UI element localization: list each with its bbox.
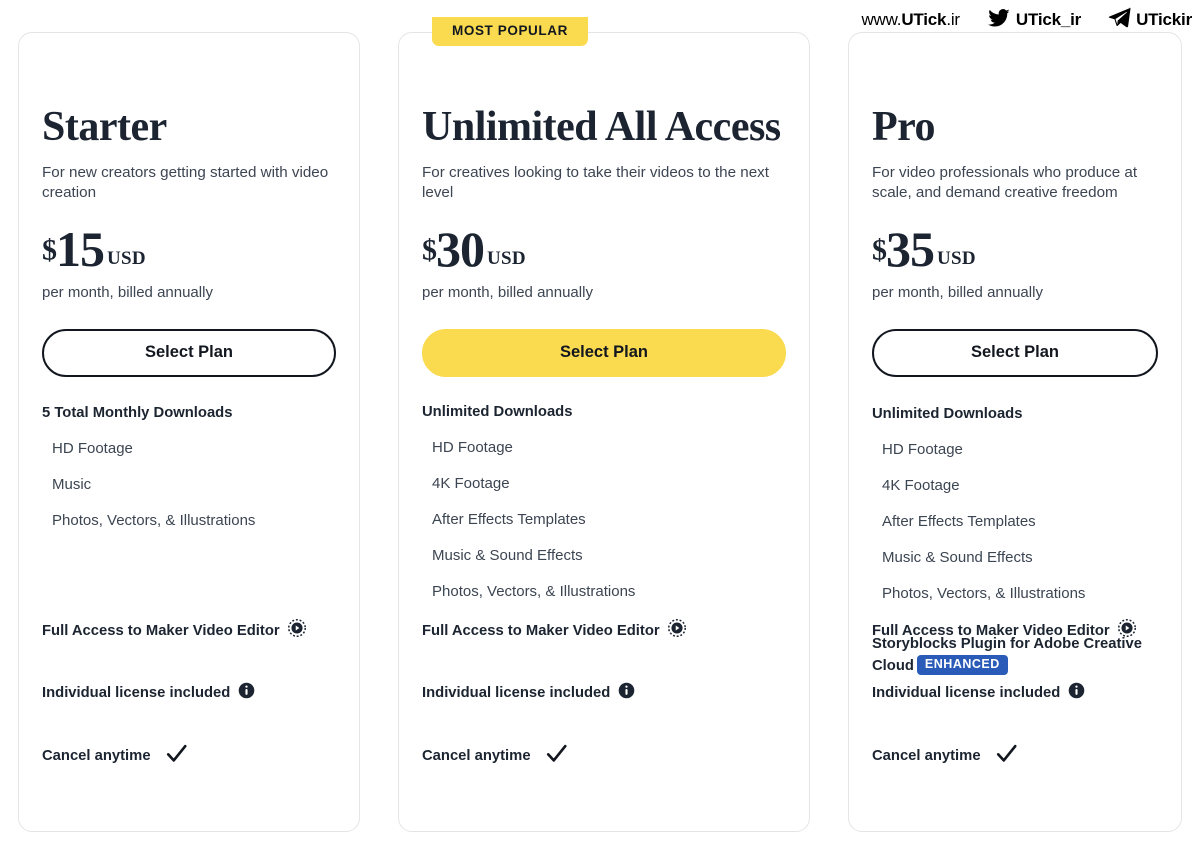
downloads-heading: 5 Total Monthly Downloads: [42, 404, 233, 421]
telegram-handle: UTickir: [1136, 10, 1192, 29]
price-number: 15: [56, 221, 105, 278]
downloads-heading: Unlimited Downloads: [422, 403, 573, 420]
plan-title: Starter: [42, 104, 167, 150]
card-footer: Full Access to Maker Video Editor Indivi…: [422, 619, 786, 771]
feature-item: 4K Footage: [432, 474, 510, 492]
footer-row-license: Individual license included: [42, 682, 336, 705]
currency-code: USD: [937, 248, 976, 270]
plan-description: For creatives looking to take their vide…: [422, 164, 769, 202]
select-plan-button[interactable]: Select Plan: [42, 329, 336, 377]
footer-row-license: Individual license included: [872, 682, 1158, 705]
feature-item: HD Footage: [882, 440, 963, 458]
footer-label: Full Access to Maker Video Editor: [872, 622, 1110, 639]
watermark-bar: www.UTick.ir UTick_ir UTickir: [861, 5, 1192, 35]
info-circle-icon[interactable]: [1068, 682, 1085, 705]
feature-item: HD Footage: [52, 439, 133, 457]
currency-symbol: $: [872, 233, 887, 267]
twitter-bird-icon: [986, 7, 1012, 34]
currency-code: USD: [487, 248, 526, 270]
footer-row-maker-editor: Full Access to Maker Video Editor: [42, 619, 336, 643]
most-popular-badge: MOST POPULAR: [432, 17, 588, 46]
feature-item: Music & Sound Effects: [432, 546, 583, 564]
play-record-icon[interactable]: [287, 619, 306, 643]
price-number: 30: [436, 221, 485, 278]
footer-row-cancel: Cancel anytime: [42, 743, 336, 771]
plan-description: For new creators getting started with vi…: [42, 164, 329, 202]
play-record-icon[interactable]: [1117, 619, 1136, 643]
feature-item: After Effects Templates: [432, 510, 586, 528]
feature-item: Photos, Vectors, & Illustrations: [432, 582, 636, 600]
info-circle-icon[interactable]: [238, 682, 255, 705]
check-icon: [164, 743, 189, 771]
footer-label: Cancel anytime: [872, 748, 981, 765]
card-footer: Full Access to Maker Video Editor Indivi…: [42, 619, 336, 771]
watermark-twitter: UTick_ir: [986, 7, 1081, 34]
footer-label: Cancel anytime: [42, 748, 151, 765]
pricing-card-pro: Pro For video professionals who produce …: [848, 32, 1182, 832]
select-plan-button[interactable]: Select Plan: [422, 329, 786, 377]
feature-item: Music: [52, 475, 92, 493]
telegram-plane-icon: [1107, 7, 1132, 34]
plan-title: Pro: [872, 104, 936, 150]
footer-label: Full Access to Maker Video Editor: [422, 622, 660, 639]
info-circle-icon[interactable]: [618, 682, 635, 705]
check-icon: [994, 743, 1019, 771]
footer-label: Cancel anytime: [422, 748, 531, 765]
feature-item: Music & Sound Effects: [882, 548, 1033, 566]
card-footer: Full Access to Maker Video Editor Indivi…: [872, 619, 1158, 771]
price-amount: $15: [42, 224, 105, 274]
play-record-icon[interactable]: [667, 619, 686, 643]
footer-label: Individual license included: [422, 684, 611, 701]
feature-item: 4K Footage: [882, 476, 960, 494]
footer-label: Individual license included: [42, 684, 231, 701]
price-number: 35: [886, 221, 935, 278]
watermark-telegram: UTickir: [1107, 7, 1192, 34]
pricing-cards: Starter For new creators getting started…: [0, 0, 1200, 846]
feature-item: After Effects Templates: [882, 512, 1036, 530]
plan-title: Unlimited All Access: [422, 104, 781, 150]
footer-row-maker-editor: Full Access to Maker Video Editor: [422, 619, 786, 643]
currency-code: USD: [107, 248, 146, 270]
feature-item: HD Footage: [432, 438, 513, 456]
plan-price: $35 USD: [872, 224, 1158, 274]
select-plan-button[interactable]: Select Plan: [872, 329, 1158, 377]
pricing-card-starter: Starter For new creators getting started…: [18, 32, 360, 832]
footer-row-license: Individual license included: [422, 682, 786, 705]
footer-label: Individual license included: [872, 684, 1061, 701]
footer-row-maker-editor: Full Access to Maker Video Editor: [872, 619, 1158, 643]
feature-item: Photos, Vectors, & Illustrations: [52, 511, 256, 529]
billing-note: per month, billed annually: [422, 284, 593, 302]
plan-price: $15 USD: [42, 224, 336, 274]
billing-note: per month, billed annually: [42, 284, 213, 302]
plan-price: $30 USD: [422, 224, 786, 274]
currency-symbol: $: [422, 233, 437, 267]
billing-note: per month, billed annually: [872, 284, 1043, 302]
price-amount: $30: [422, 224, 485, 274]
watermark-website-text: www.UTick.ir: [861, 10, 960, 29]
check-icon: [544, 743, 569, 771]
feature-item: Photos, Vectors, & Illustrations: [882, 584, 1086, 602]
footer-row-cancel: Cancel anytime: [872, 743, 1158, 771]
plan-description: For video professionals who produce at s…: [872, 164, 1138, 202]
watermark-website: www.UTick.ir: [861, 10, 960, 30]
pricing-card-unlimited-all-access: Unlimited All Access For creatives looki…: [398, 32, 810, 832]
currency-symbol: $: [42, 233, 57, 267]
footer-label: Full Access to Maker Video Editor: [42, 622, 280, 639]
downloads-heading: Unlimited Downloads: [872, 405, 1023, 422]
price-amount: $35: [872, 224, 935, 274]
twitter-handle: UTick_ir: [1015, 10, 1082, 29]
footer-row-cancel: Cancel anytime: [422, 743, 786, 771]
